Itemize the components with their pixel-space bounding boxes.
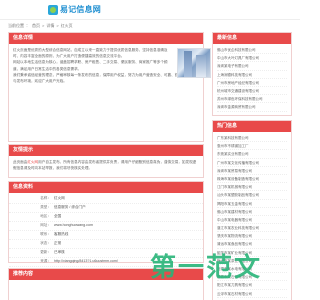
breadcrumb: 当前位置 ： 首页 > 详情 > 红火页 [8,23,73,29]
hot-item[interactable]: 惠州市不锈钢加工厂 [217,142,287,151]
hot-item[interactable]: 中山市某电器有限公司 [217,216,287,225]
building-photo [177,48,211,78]
profile-row: 状态： 正常 [9,240,203,249]
profile-row: 类型： 信息服务 / 综合门户 [9,204,203,213]
hot-item[interactable]: 江门市某机械有限公司 [217,183,287,192]
hot-item[interactable]: 珠海市某设备制造有限公司 [217,175,287,184]
profile-row: 地区： 全国 [9,213,203,222]
latest-heading: 最新信息 [213,33,291,44]
tip-body: 此页面由红火网用户自主发布，所有信息内容由发布者提供并负责，请用户仔细甄别信息真… [13,160,197,170]
latest-item[interactable]: 深圳市金源商贸有限公司 [217,103,287,112]
latest-list: 佛山市优企科技有限公司 中山市大叶灯具厂有限公司 深圳某电子有限公司 上海润德科… [213,44,291,114]
hot-item[interactable]: 揭阳市某五金有限公司 [217,200,287,208]
breadcrumb-home-link[interactable]: 首页 [32,23,40,29]
detail-paragraph: 我们秉承诚信经营的理念，严格审核每一条发布的信息，保障用户权益，努力为用户营造安… [13,72,200,84]
profile-row: 名称： 红火网 [9,195,203,204]
logo-text: 易记信息网 [60,5,101,15]
detail-paragraph: 红火页面是优秀的大型综合信息网站，自成立以来一直致力于提供优质信息服务，坚持信息… [13,48,168,59]
detail-heading: 信息详情 [9,33,203,44]
detail-body: 红火页面是优秀的大型综合信息网站，自成立以来一直致力于提供优质信息服务，坚持信息… [9,45,205,143]
tip-heading: 友情提示 [9,145,203,156]
latest-item[interactable]: 杭州城市交通建设有限公司 [217,87,287,96]
logo-icon [48,5,58,15]
hot-item[interactable]: 云浮市某石材有限公司 [217,290,287,298]
hot-item[interactable]: 肇庆市某物流有限公司 [217,232,287,241]
latest-item[interactable]: 佛山市优企科技有限公司 [217,46,287,55]
hot-item[interactable]: 湛江市某农业科技有限公司 [217,224,287,233]
hot-item[interactable]: 广东某科技有限公司 [217,134,287,143]
breadcrumb-label: 当前位置 [8,23,24,29]
tip-highlight[interactable]: 红火网 [27,160,38,164]
hot-item[interactable]: 佛山市某建材有限公司 [217,208,287,216]
header: 易记信息网 [0,0,300,20]
hot-item[interactable]: 东莞某实业有限公司 [217,150,287,159]
hot-heading: 热门信息 [213,121,291,132]
breadcrumb-detail-link[interactable]: 详情 [46,23,54,29]
detail-paragraph: 网站以本地生活信息为核心，涵盖招聘求职、房产租售、二手交易、便民服务、商家推广等… [13,60,168,71]
site-logo[interactable]: 易记信息网 [48,4,101,16]
hot-item[interactable]: 广州市某文化传播有限公司 [217,159,287,167]
latest-item[interactable]: 苏州市绿色环保科技有限公司 [217,95,287,104]
latest-item[interactable]: 中山市大叶灯具厂有限公司 [217,54,287,63]
profile-row: 网址： www.honghuowang.com [9,222,203,231]
latest-panel: 最新信息 佛山市优企科技有限公司 中山市大叶灯具厂有限公司 深圳某电子有限公司 … [212,32,292,116]
profile-row: 联系： 客服热线 [9,231,203,240]
breadcrumb-current: 红火页 [60,23,73,29]
latest-item[interactable]: 广州市房地产经纪有限公司 [217,79,287,87]
tip-panel: 友情提示 此页面由红火网用户自主发布，所有信息内容由发布者提供并负责，请用户仔细… [8,144,204,178]
latest-item[interactable]: 上海润德科技有限公司 [217,71,287,79]
profile-heading: 信息资料 [9,182,203,193]
watermark: 第一范文 [150,253,263,283]
hot-item[interactable]: 汕头市某塑胶制品有限公司 [217,191,287,200]
latest-item[interactable]: 深圳某电子有限公司 [217,62,287,71]
detail-panel: 信息详情 红火页面是优秀的大型综合信息网站，自成立以来一直致力于提供优质信息服务… [8,32,211,143]
hot-item[interactable]: 清远市某食品有限公司 [217,240,287,249]
hot-item[interactable]: 深圳市某贸易有限公司 [217,167,287,175]
